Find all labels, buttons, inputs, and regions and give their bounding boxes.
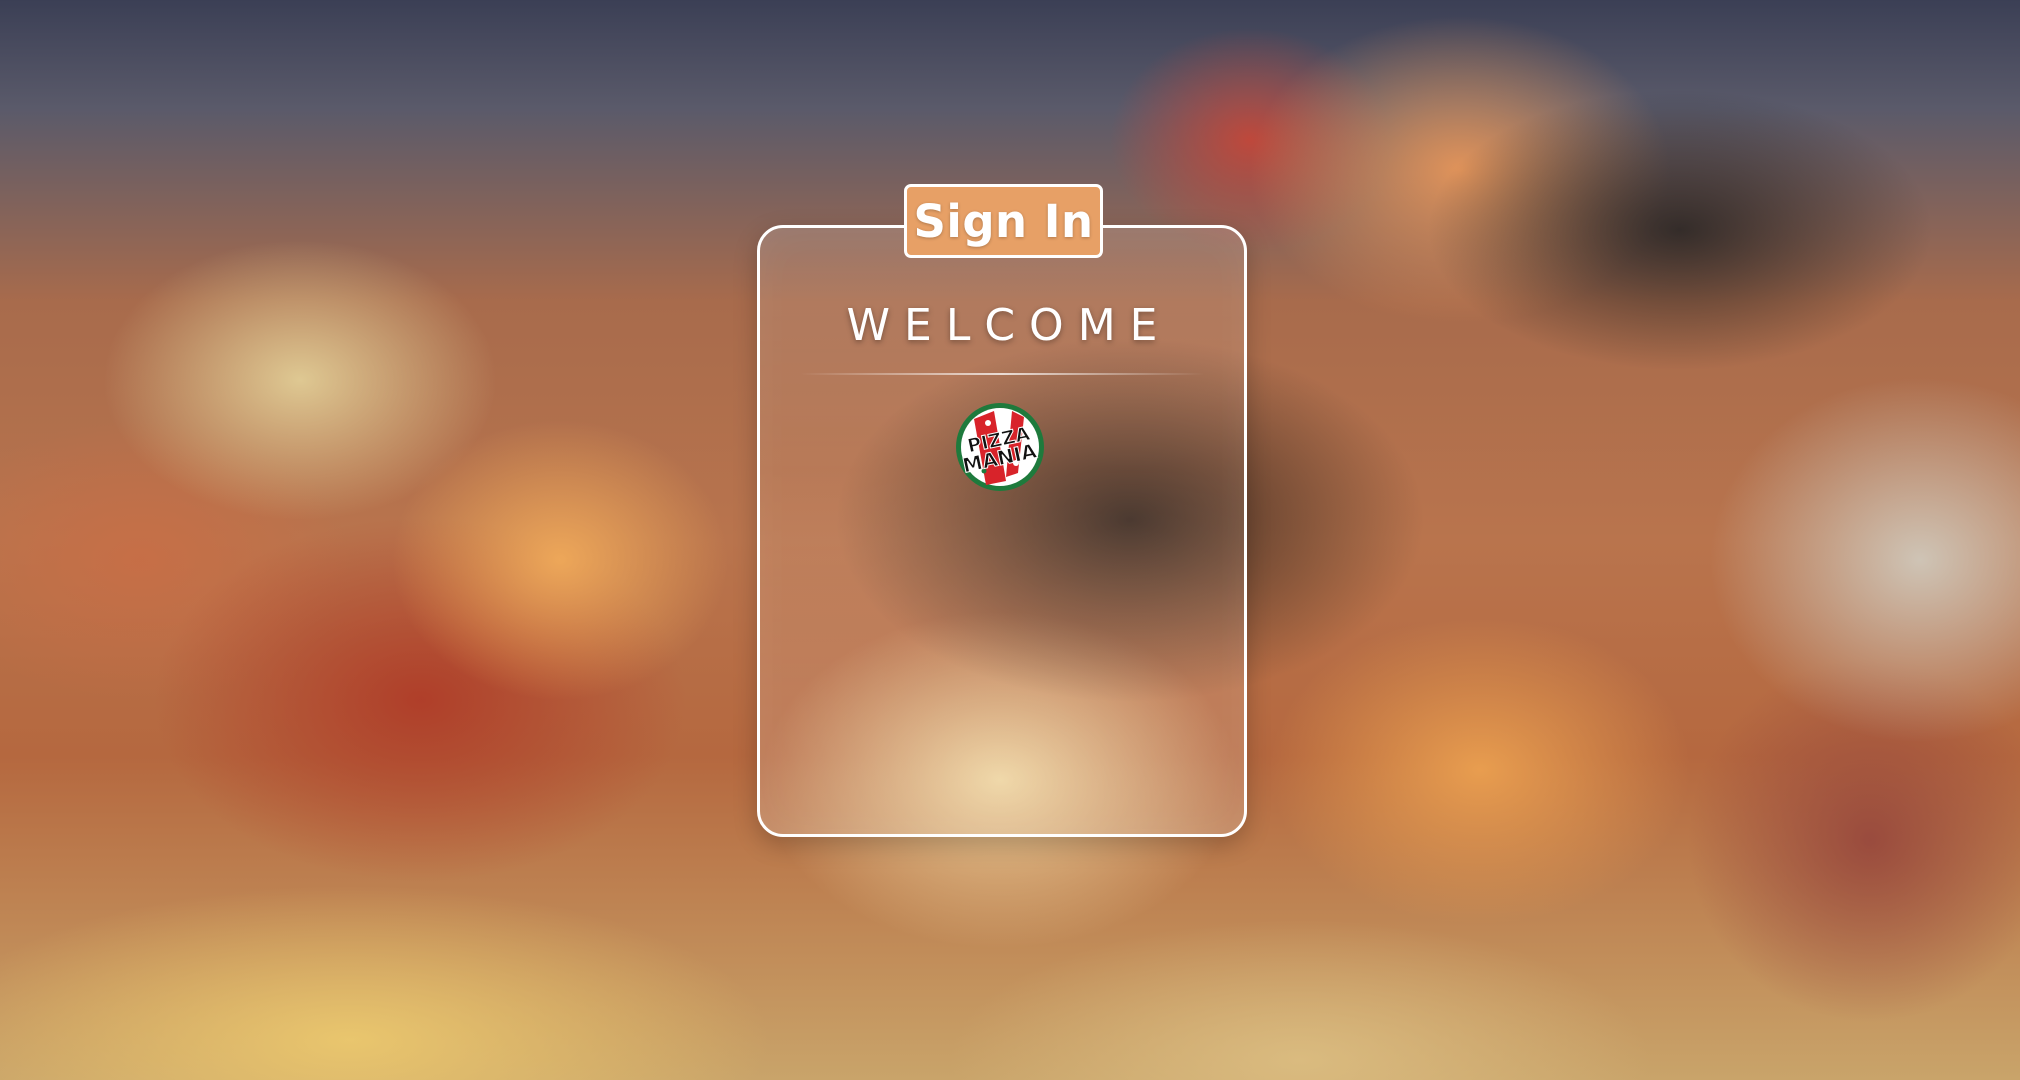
welcome-heading: WELCOME	[846, 300, 1172, 351]
pizza-mania-logo-icon: PIZZA MANIA	[954, 401, 1046, 493]
welcome-divider	[800, 373, 1204, 375]
sign-in-tab[interactable]: Sign In	[904, 184, 1103, 258]
sign-in-tab-label: Sign In	[913, 194, 1094, 248]
